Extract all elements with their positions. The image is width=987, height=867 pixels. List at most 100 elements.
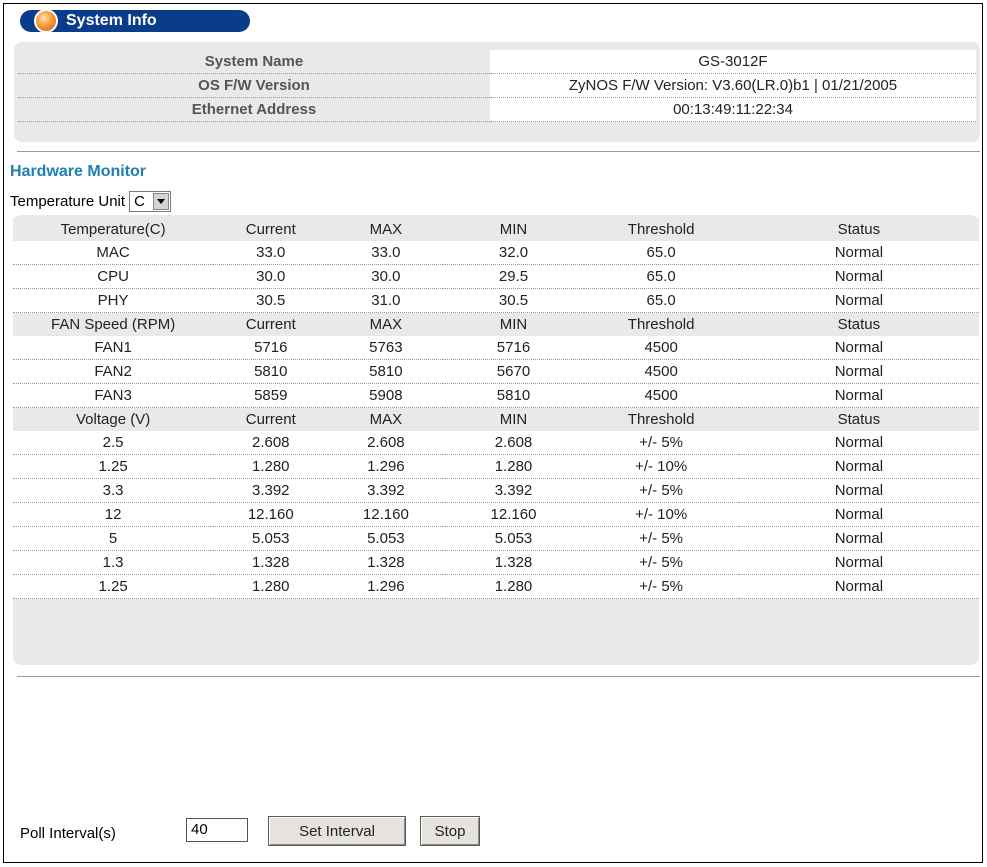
- table-row: 2.5 2.608 2.608 2.608 +/- 5% Normal: [13, 431, 979, 455]
- table-cell: 33.0: [213, 241, 329, 265]
- set-interval-button[interactable]: Set Interval: [268, 816, 406, 846]
- table-cell: Normal: [738, 431, 979, 455]
- column-header: FAN Speed (RPM): [13, 312, 214, 336]
- system-info-table: System Name GS-3012F OS F/W Version ZyNO…: [18, 50, 976, 122]
- table-cell: 1.328: [213, 550, 329, 575]
- table-row: PHY 30.5 31.0 30.5 65.0 Normal: [13, 288, 979, 313]
- orange-dot-icon: [34, 9, 58, 33]
- poll-interval-input[interactable]: 40: [186, 818, 248, 842]
- stop-button[interactable]: Stop: [420, 816, 480, 846]
- table-row: 12 12.160 12.160 12.160 +/- 10% Normal: [13, 502, 979, 527]
- table-cell: +/- 5%: [583, 478, 739, 503]
- table-cell: +/- 5%: [583, 550, 739, 575]
- table-cell: 30.0: [213, 264, 329, 289]
- section-header-row: Voltage (V) Current MAX MIN Threshold Status: [13, 407, 979, 431]
- table-cell: 5: [13, 526, 214, 551]
- info-value: ZyNOS F/W Version: V3.60(LR.0)b1 | 01/21…: [490, 73, 976, 98]
- table-cell: 32.0: [443, 241, 584, 265]
- table-cell: PHY: [13, 288, 214, 313]
- table-cell: 5.053: [213, 526, 329, 551]
- table-cell: 5763: [328, 336, 444, 360]
- table-cell: 65.0: [583, 241, 739, 265]
- chevron-down-icon: [157, 199, 166, 204]
- temperature-unit-label: Temperature Unit: [10, 193, 126, 210]
- table-row: 5 5.053 5.053 5.053 +/- 5% Normal: [13, 526, 979, 551]
- table-cell: Normal: [738, 288, 979, 313]
- column-header: MIN: [443, 312, 584, 336]
- table-row: CPU 30.0 30.0 29.5 65.0 Normal: [13, 264, 979, 289]
- table-cell: 30.0: [328, 264, 444, 289]
- column-header: Status: [738, 407, 979, 431]
- section-header-row: Temperature(C) Current MAX MIN Threshold Stat…: [13, 218, 979, 241]
- table-row: 1.25 1.280 1.296 1.280 +/- 5% Normal: [13, 574, 979, 599]
- table-cell: 2.608: [443, 431, 584, 455]
- table-cell: 1.25: [13, 454, 214, 479]
- column-header: Threshold: [583, 312, 739, 336]
- column-header: MAX: [328, 218, 444, 241]
- table-cell: 1.3: [13, 550, 214, 575]
- table-cell: 1.296: [328, 574, 444, 599]
- table-cell: 2.608: [213, 431, 329, 455]
- table-cell: 1.280: [443, 454, 584, 479]
- table-cell: 31.0: [328, 288, 444, 313]
- table-cell: Normal: [738, 454, 979, 479]
- table-cell: Normal: [738, 359, 979, 384]
- table-cell: 30.5: [443, 288, 584, 313]
- table-cell: 1.280: [213, 454, 329, 479]
- divider: [17, 151, 980, 152]
- table-cell: 1.280: [213, 574, 329, 599]
- table-cell: +/- 5%: [583, 526, 739, 551]
- table-cell: 2.5: [13, 431, 214, 455]
- temperature-unit-value: C: [134, 193, 145, 210]
- column-header: Threshold: [583, 218, 739, 241]
- title-tab: System Info: [20, 9, 250, 33]
- info-row: System Name GS-3012F: [18, 50, 976, 74]
- table-cell: 3.392: [213, 478, 329, 503]
- table-cell: Normal: [738, 264, 979, 289]
- info-value: GS-3012F: [490, 50, 976, 74]
- table-cell: 12.160: [443, 502, 584, 527]
- table-cell: 12.160: [328, 502, 444, 527]
- temperature-unit-select[interactable]: C: [129, 191, 172, 212]
- hardware-monitor-table: Temperature(C) Current MAX MIN Threshold Stat…: [13, 218, 979, 599]
- dropdown-button[interactable]: [153, 193, 170, 210]
- page-frame: System Info System Name GS-3012F OS F/W …: [3, 3, 983, 863]
- table-cell: 65.0: [583, 264, 739, 289]
- column-header: Status: [738, 218, 979, 241]
- table-cell: 65.0: [583, 288, 739, 313]
- page-title: System Info: [66, 12, 157, 29]
- column-header: Voltage (V): [13, 407, 214, 431]
- table-row: FAN3 5859 5908 5810 4500 Normal: [13, 383, 979, 408]
- column-header: MAX: [328, 312, 444, 336]
- table-cell: 1.328: [443, 550, 584, 575]
- info-label: System Name: [18, 50, 490, 74]
- column-header: MAX: [328, 407, 444, 431]
- column-header: Temperature(C): [13, 218, 214, 241]
- temperature-unit-row: Temperature Unit C: [10, 191, 172, 212]
- info-row: Ethernet Address 00:13:49:11:22:34: [18, 97, 976, 122]
- table-row: FAN2 5810 5810 5670 4500 Normal: [13, 359, 979, 384]
- table-cell: MAC: [13, 241, 214, 265]
- table-cell: 5716: [443, 336, 584, 360]
- table-cell: 29.5: [443, 264, 584, 289]
- table-cell: FAN3: [13, 383, 214, 408]
- info-value: 00:13:49:11:22:34: [490, 97, 976, 122]
- table-cell: 5859: [213, 383, 329, 408]
- table-row: MAC 33.0 33.0 32.0 65.0 Normal: [13, 241, 979, 265]
- table-cell: Normal: [738, 574, 979, 599]
- table-cell: FAN1: [13, 336, 214, 360]
- table-cell: +/- 10%: [583, 454, 739, 479]
- table-cell: Normal: [738, 550, 979, 575]
- table-row: 3.3 3.392 3.392 3.392 +/- 5% Normal: [13, 478, 979, 503]
- column-header: Current: [213, 407, 329, 431]
- table-cell: 30.5: [213, 288, 329, 313]
- table-cell: +/- 10%: [583, 502, 739, 527]
- table-cell: FAN2: [13, 359, 214, 384]
- table-cell: Normal: [738, 502, 979, 527]
- table-row: FAN1 5716 5763 5716 4500 Normal: [13, 336, 979, 360]
- table-cell: 4500: [583, 359, 739, 384]
- table-cell: 5810: [443, 383, 584, 408]
- table-cell: 1.328: [328, 550, 444, 575]
- table-cell: 5670: [443, 359, 584, 384]
- table-cell: 4500: [583, 336, 739, 360]
